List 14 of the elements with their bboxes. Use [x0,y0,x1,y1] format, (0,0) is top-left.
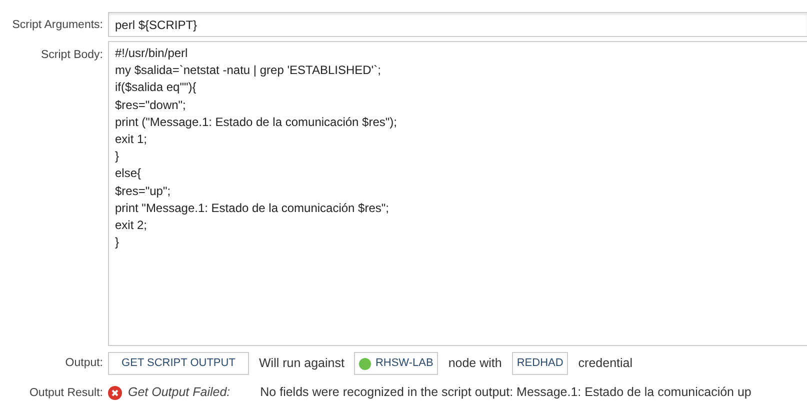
output-text: Will run against [259,355,344,372]
arguments-field[interactable]: perl ${SCRIPT} [108,12,807,37]
credential-tag[interactable]: REDHAD [512,352,568,375]
field-label: Script Body: [40,48,103,63]
field-label: Script Arguments: [11,18,103,33]
get-output-button[interactable]: GET SCRIPT OUTPUT [108,352,249,375]
output-text: credential [578,355,632,372]
output-text: node with [448,355,502,372]
node-tag[interactable]: RHSW-LAB [354,352,438,375]
status-text: Get Output Failed: [128,384,230,402]
result-message: No fields were recognized in the script output: Message.1: Estado de la comunicación up [260,384,752,402]
script-body-field[interactable]: #!/usr/bin/perl my $salida=`netstat -natu | grep 'ESTABLISHED'`; if($salida eq""){ $res="down"; print ("Message.1: Estado de la comunicación $res"); exit 1; } else{ $res="up"; print "Message.1: Estado de la comunicación $res"; exit 2; } [108,41,807,346]
field-label: Output: [64,356,103,371]
field-label: Output Result: [28,386,103,401]
